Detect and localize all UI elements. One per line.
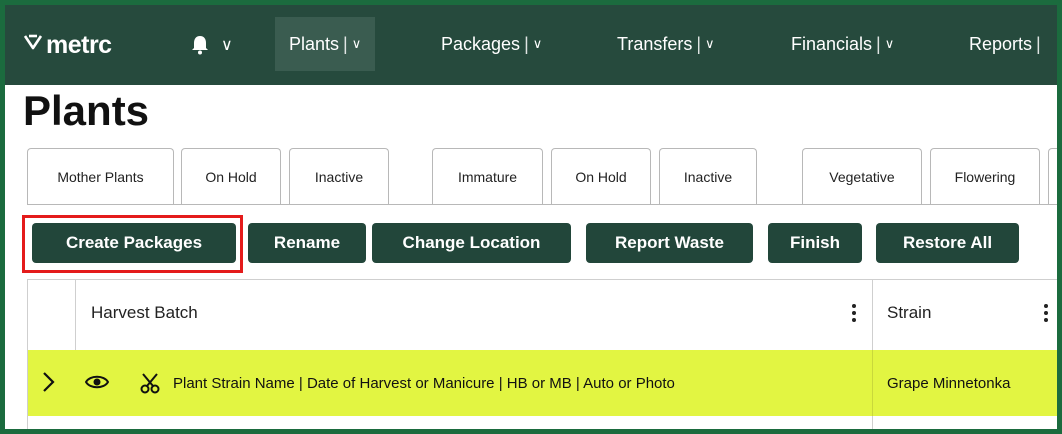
column-divider — [872, 416, 873, 429]
nav-separator: | — [343, 33, 348, 54]
tab-vegetative[interactable]: Vegetative — [802, 148, 922, 204]
column-menu-icon[interactable] — [1043, 304, 1049, 322]
nav-financials[interactable]: Financials | ∨ — [777, 17, 908, 71]
nav-label: Reports — [969, 33, 1033, 54]
column-header-harvest-batch[interactable]: Harvest Batch — [91, 303, 198, 323]
report-waste-button[interactable]: Report Waste — [586, 223, 753, 263]
tab-baseline — [27, 204, 1057, 205]
nav-separator: | — [1036, 33, 1041, 54]
eye-icon[interactable] — [84, 374, 110, 395]
nav-label: Plants — [289, 33, 340, 54]
chevron-down-icon: ∨ — [221, 37, 233, 54]
tab-on-hold[interactable]: On Hold — [181, 148, 281, 204]
callout-highlight-box — [22, 215, 243, 273]
chevron-down-icon: ∨ — [351, 36, 362, 51]
row-cell-divider — [872, 350, 873, 416]
tab-mother-plants[interactable]: Mother Plants — [27, 148, 174, 204]
strain-cell: Grape Minnetonka — [887, 375, 1011, 392]
logo-text: metrc — [46, 30, 112, 59]
metrc-chevron-logo-icon — [23, 33, 43, 57]
bell-icon — [191, 35, 209, 55]
harvest-batch-cell: Plant Strain Name | Date of Harvest or M… — [173, 375, 675, 392]
page-title: Plants — [23, 87, 150, 134]
table-row-empty — [28, 416, 1057, 429]
chevron-down-icon: ∨ — [705, 36, 715, 51]
rename-button[interactable]: Rename — [248, 223, 366, 263]
tab-partial[interactable] — [1048, 148, 1057, 204]
restore-all-button[interactable]: Restore All — [876, 223, 1019, 263]
nav-transfers[interactable]: Transfers | ∨ — [603, 17, 729, 71]
chevron-right-icon[interactable] — [41, 371, 55, 399]
tab-inactive[interactable]: Inactive — [289, 148, 389, 204]
screenshot-frame: metrc ∨ Plants | ∨ Packages | ∨ Transfer… — [0, 0, 1062, 434]
tab-immature-on-hold[interactable]: On Hold — [551, 148, 651, 204]
chevron-down-icon: ∨ — [532, 36, 543, 51]
nav-separator: | — [524, 33, 529, 54]
column-header-strain[interactable]: Strain — [887, 303, 931, 323]
nav-label: Financials — [791, 33, 873, 54]
nav-packages[interactable]: Packages | ∨ — [427, 17, 556, 71]
tab-immature-inactive[interactable]: Inactive — [659, 148, 757, 204]
finish-button[interactable]: Finish — [768, 223, 862, 263]
top-navbar: metrc ∨ Plants | ∨ Packages | ∨ Transfer… — [5, 5, 1057, 85]
nav-separator: | — [696, 33, 702, 54]
chevron-down-icon: ∨ — [884, 36, 895, 51]
tab-immature[interactable]: Immature — [432, 148, 543, 204]
nav-reports[interactable]: Reports | — [955, 17, 1057, 71]
tab-flowering[interactable]: Flowering — [930, 148, 1040, 204]
notifications-menu[interactable]: ∨ — [191, 33, 241, 57]
nav-plants[interactable]: Plants | ∨ — [275, 17, 376, 71]
metrc-logo[interactable]: metrc — [23, 29, 112, 61]
nav-label: Packages — [441, 33, 521, 54]
change-location-button[interactable]: Change Location — [372, 223, 571, 263]
column-menu-icon[interactable] — [851, 304, 857, 322]
nav-label: Transfers — [617, 33, 693, 54]
nav-separator: | — [876, 33, 881, 54]
scissors-icon[interactable] — [140, 372, 162, 399]
